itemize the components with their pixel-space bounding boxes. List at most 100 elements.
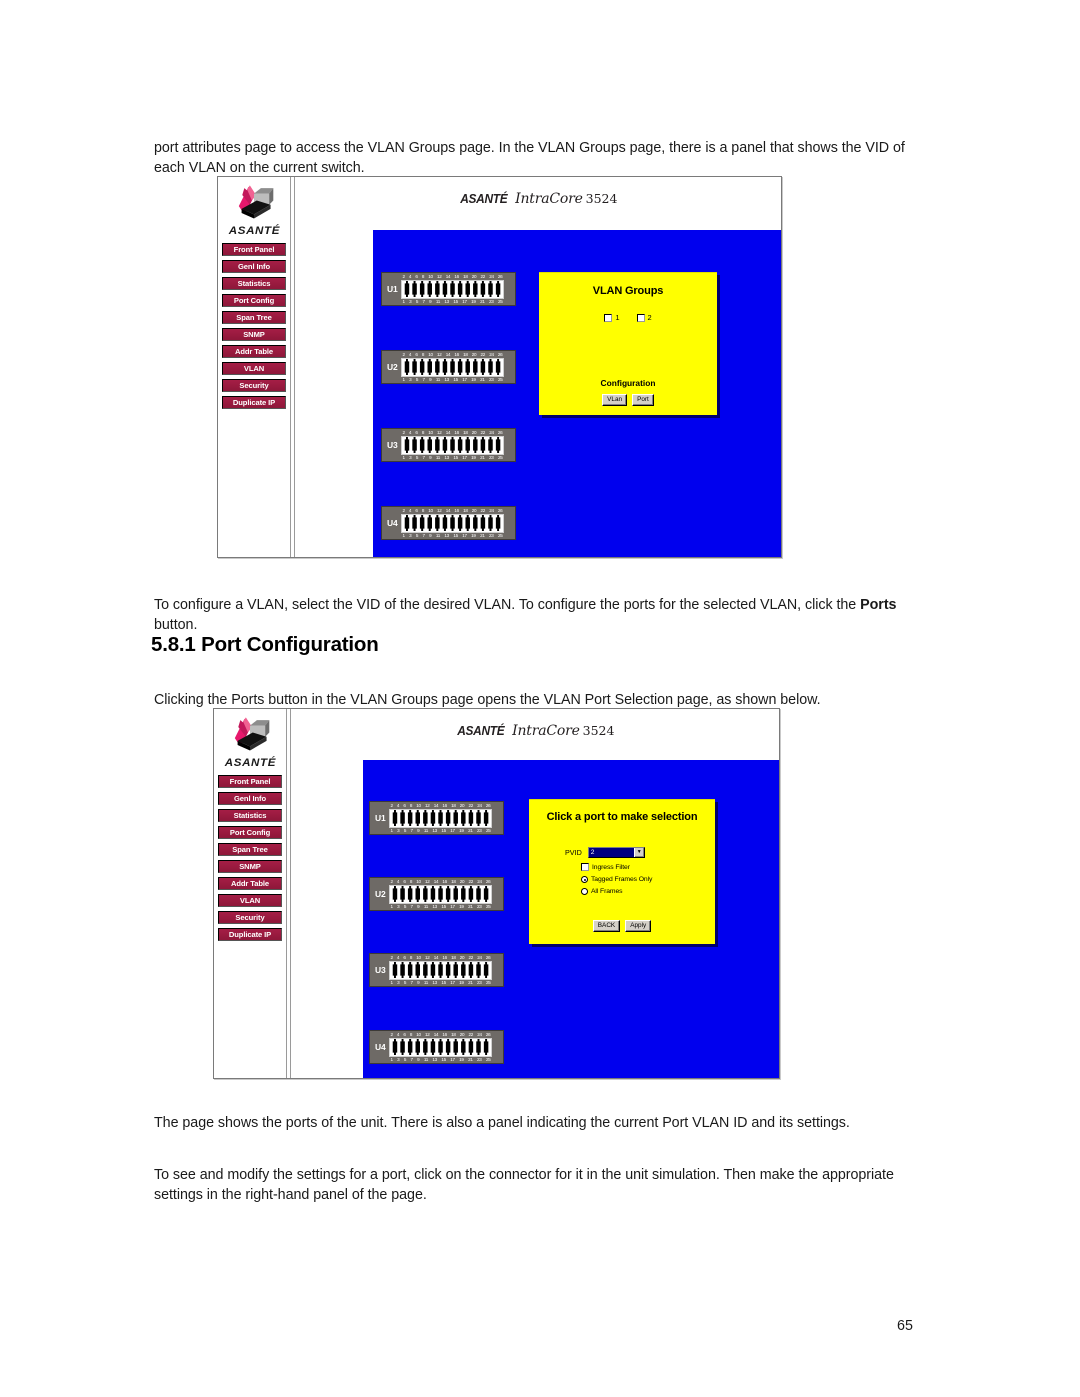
- port-jack-icon[interactable]: [419, 445, 425, 453]
- port-jack-icon[interactable]: [412, 515, 417, 523]
- sidebar-item-vlan[interactable]: VLAN: [222, 362, 286, 375]
- port-jack-icon[interactable]: [404, 289, 410, 297]
- ingress-filter-row[interactable]: Ingress Filter: [581, 863, 652, 871]
- port-row-odd[interactable]: [403, 523, 501, 531]
- sidebar-item-port-config[interactable]: Port Config: [218, 826, 282, 839]
- checkbox-icon[interactable]: [581, 863, 589, 871]
- port-jack-icon[interactable]: [435, 515, 440, 523]
- port-jack-icon[interactable]: [392, 810, 398, 818]
- port-jack-icon[interactable]: [445, 886, 451, 894]
- port-jack-icon[interactable]: [442, 359, 448, 367]
- port-jack-icon[interactable]: [473, 445, 478, 453]
- port-jack-icon[interactable]: [430, 894, 436, 902]
- port-jack-icon[interactable]: [400, 970, 405, 978]
- port-jack-icon[interactable]: [480, 359, 486, 367]
- port-jack-icon[interactable]: [473, 437, 478, 445]
- port-jack-icon[interactable]: [453, 894, 458, 902]
- port-jack-icon[interactable]: [438, 886, 443, 894]
- port-jack-icon[interactable]: [445, 970, 451, 978]
- port-jack-icon[interactable]: [442, 289, 448, 297]
- port-jack-icon[interactable]: [488, 367, 493, 375]
- port-jack-icon[interactable]: [400, 1039, 405, 1047]
- port-jack-icon[interactable]: [392, 970, 398, 978]
- port-block-u3[interactable]: 2 4 6 8 10 12 14 16 18 20 22 24 26 1 3 5 7 9 11 13 15 17 19 21 2…: [401, 430, 504, 461]
- port-jack-grid[interactable]: [389, 1037, 492, 1057]
- port-jack-icon[interactable]: [423, 894, 428, 902]
- port-row-even[interactable]: [403, 281, 501, 289]
- port-row-odd[interactable]: [391, 894, 489, 902]
- port-jack-icon[interactable]: [392, 1047, 398, 1055]
- port-jack-icon[interactable]: [495, 289, 501, 297]
- port-jack-icon[interactable]: [483, 894, 489, 902]
- port-jack-icon[interactable]: [468, 970, 474, 978]
- checkbox-icon[interactable]: [604, 313, 613, 322]
- port-jack-icon[interactable]: [392, 818, 398, 826]
- port-jack-grid[interactable]: [389, 960, 492, 980]
- port-jack-icon[interactable]: [419, 281, 425, 289]
- port-jack-icon[interactable]: [457, 515, 463, 523]
- port-jack-icon[interactable]: [453, 962, 458, 970]
- tagged-frames-only-row[interactable]: Tagged Frames Only: [581, 876, 652, 883]
- port-jack-icon[interactable]: [435, 367, 440, 375]
- port-block-u2[interactable]: 2 4 6 8 10 12 14 16 18 20 22 24 26 1 3 5 7 9 11 13 15 17 19 21 2…: [401, 352, 504, 383]
- port-jack-icon[interactable]: [423, 970, 428, 978]
- port-jack-icon[interactable]: [442, 437, 448, 445]
- port-jack-icon[interactable]: [450, 281, 455, 289]
- all-frames-row[interactable]: All Frames: [581, 888, 652, 895]
- port-jack-icon[interactable]: [445, 1039, 451, 1047]
- port-jack-icon[interactable]: [461, 894, 466, 902]
- port-jack-icon[interactable]: [415, 962, 420, 970]
- port-jack-icon[interactable]: [415, 894, 420, 902]
- port-jack-icon[interactable]: [495, 367, 501, 375]
- port-jack-icon[interactable]: [468, 894, 474, 902]
- port-jack-icon[interactable]: [430, 818, 436, 826]
- port-jack-icon[interactable]: [483, 1039, 489, 1047]
- port-jack-icon[interactable]: [461, 818, 466, 826]
- port-jack-icon[interactable]: [461, 886, 466, 894]
- port-jack-icon[interactable]: [457, 289, 463, 297]
- port-jack-icon[interactable]: [415, 1047, 420, 1055]
- port-jack-icon[interactable]: [427, 367, 432, 375]
- port-jack-icon[interactable]: [438, 970, 443, 978]
- port-jack-icon[interactable]: [415, 810, 420, 818]
- port-block-u4[interactable]: 2 4 6 8 10 12 14 16 18 20 22 24 26 1 3 5 7 9 11 13 15 17 19 21 2…: [401, 508, 504, 539]
- port-jack-icon[interactable]: [473, 359, 478, 367]
- port-jack-icon[interactable]: [476, 894, 481, 902]
- chevron-down-icon[interactable]: ▼: [633, 848, 644, 857]
- port-jack-icon[interactable]: [435, 281, 440, 289]
- port-row-odd[interactable]: [391, 1047, 489, 1055]
- port-jack-icon[interactable]: [465, 281, 470, 289]
- port-jack-icon[interactable]: [427, 289, 432, 297]
- vlan-vid-checkbox-2[interactable]: 2: [636, 313, 652, 322]
- port-jack-icon[interactable]: [442, 445, 448, 453]
- unit-module-u3[interactable]: U3 2 4 6 8 10 12 14 16 18 20 22 24 26 1 3 5 7 9 11 13 15 17 19…: [381, 428, 516, 462]
- apply-button[interactable]: Apply: [625, 920, 652, 932]
- port-jack-icon[interactable]: [480, 523, 486, 531]
- port-row-odd[interactable]: [391, 818, 489, 826]
- port-jack-icon[interactable]: [495, 523, 501, 531]
- port-jack-icon[interactable]: [461, 962, 466, 970]
- port-jack-grid[interactable]: [401, 357, 504, 377]
- port-jack-icon[interactable]: [468, 886, 474, 894]
- port-jack-icon[interactable]: [483, 1047, 489, 1055]
- port-row-odd[interactable]: [403, 367, 501, 375]
- port-jack-icon[interactable]: [450, 445, 455, 453]
- port-jack-icon[interactable]: [427, 523, 432, 531]
- port-jack-icon[interactable]: [480, 281, 486, 289]
- port-jack-icon[interactable]: [430, 810, 436, 818]
- sidebar-item-statistics[interactable]: Statistics: [222, 277, 286, 290]
- port-jack-icon[interactable]: [392, 886, 398, 894]
- port-jack-icon[interactable]: [427, 445, 432, 453]
- port-jack-icon[interactable]: [473, 281, 478, 289]
- port-jack-icon[interactable]: [483, 886, 489, 894]
- port-jack-icon[interactable]: [457, 359, 463, 367]
- port-block-u4[interactable]: 2 4 6 8 10 12 14 16 18 20 22 24 26 1 3 5 7 9 11 13 15 17 19 21 2…: [389, 1032, 492, 1063]
- sidebar-item-snmp[interactable]: SNMP: [222, 328, 286, 341]
- port-jack-icon[interactable]: [488, 515, 493, 523]
- sidebar-item-span-tree[interactable]: Span Tree: [218, 843, 282, 856]
- port-jack-icon[interactable]: [480, 289, 486, 297]
- port-jack-icon[interactable]: [430, 1039, 436, 1047]
- port-jack-icon[interactable]: [461, 970, 466, 978]
- port-jack-icon[interactable]: [495, 437, 501, 445]
- port-block-u1[interactable]: 2 4 6 8 10 12 14 16 18 20 22 24 26 1 3 5 7 9 11 13 15 17 19 21 2…: [401, 274, 504, 305]
